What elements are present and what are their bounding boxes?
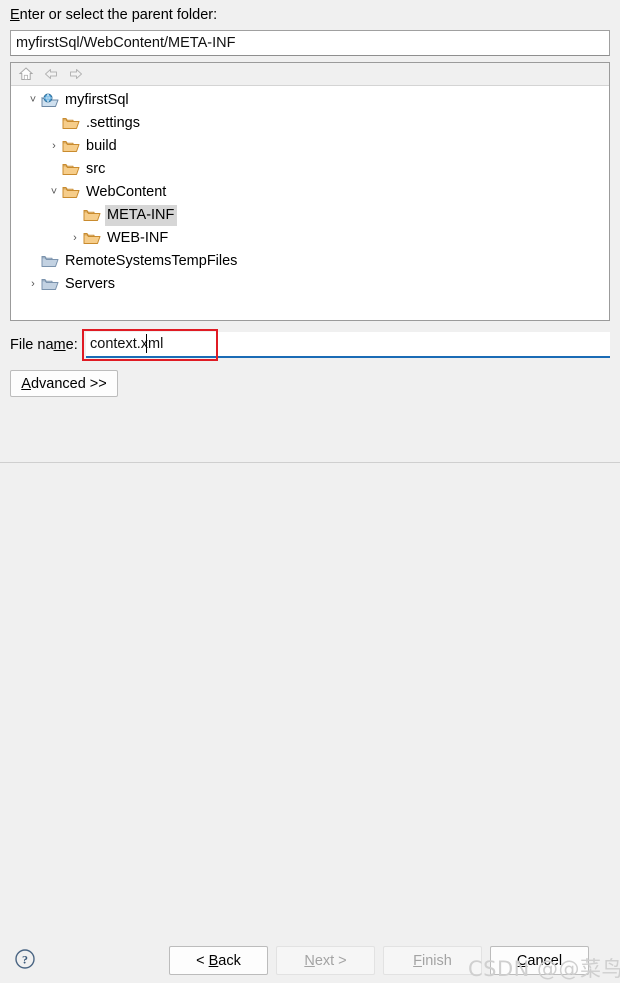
tree-item-label: META-INF: [105, 205, 178, 226]
folder-icon: [83, 231, 103, 247]
help-circle-icon[interactable]: ?: [14, 948, 36, 970]
next-button[interactable]: Next >: [276, 946, 375, 975]
back-button[interactable]: < Back: [169, 946, 268, 975]
dialog-footer: ? < Back Next > Finish Cancel CSDN @@菜鸟先…: [0, 463, 620, 981]
parent-folder-input[interactable]: [10, 30, 610, 56]
parent-folder-label: Enter or select the parent folder:: [10, 6, 217, 24]
tree-item-label: Servers: [65, 276, 115, 292]
tree-item-remotesystemstempfiles[interactable]: RemoteSystemsTempFiles: [11, 250, 609, 273]
cancel-button[interactable]: Cancel: [490, 946, 589, 975]
cancel-button-label: ancel: [527, 952, 563, 969]
chevron-down-icon[interactable]: ˅: [46, 187, 62, 198]
tree-item-label: WEB-INF: [107, 230, 169, 246]
tree-item-src[interactable]: src: [11, 158, 609, 181]
chevron-right-icon[interactable]: ›: [25, 279, 41, 290]
parent-folder-label-text: nter or select the parent folder:: [19, 7, 218, 23]
file-name-input[interactable]: [86, 332, 610, 358]
tree-item-myfirstsql[interactable]: ˅ myfirstSql: [11, 89, 609, 112]
finish-button[interactable]: Finish: [383, 946, 482, 975]
tree-item-label: myfirstSql: [65, 92, 129, 108]
tree-item-web-inf[interactable]: › WEB-INF: [11, 227, 609, 250]
arrow-right-icon[interactable]: [67, 66, 84, 83]
blue-folder-icon: [41, 254, 61, 270]
folder-icon: [62, 116, 82, 132]
next-button-label: ext >: [314, 952, 347, 969]
tree-toolbar: [11, 63, 609, 86]
folder-tree[interactable]: ˅ myfirstSql .settings › build src ˅ WebContent…: [11, 86, 609, 296]
advanced-button-label: dvanced >>: [30, 375, 107, 392]
folder-icon: [62, 139, 82, 155]
chevron-down-icon[interactable]: ˅: [25, 95, 41, 106]
home-icon[interactable]: [17, 66, 34, 83]
svg-text:?: ?: [22, 952, 28, 966]
tree-item-label: build: [86, 138, 117, 154]
finish-button-mnemonic: F: [413, 952, 423, 969]
tree-item--settings[interactable]: .settings: [11, 112, 609, 135]
back-button-mnemonic: B: [208, 952, 219, 969]
next-button-mnemonic: N: [304, 952, 315, 969]
finish-button-label: inish: [422, 952, 452, 969]
folder-tree-panel: ˅ myfirstSql .settings › build src ˅ WebContent…: [10, 62, 610, 321]
tree-item-label: .settings: [86, 115, 140, 131]
file-name-label: File name:: [10, 336, 78, 354]
back-button-pre: <: [196, 952, 209, 969]
folder-icon: [62, 185, 82, 201]
arrow-left-icon[interactable]: [42, 66, 59, 83]
folder-icon: [83, 208, 103, 224]
parent-folder-label-mnemonic: E: [10, 7, 20, 23]
tree-item-label: WebContent: [86, 184, 167, 200]
tree-item-label: src: [86, 161, 106, 177]
cancel-button-mnemonic: C: [516, 952, 528, 969]
tree-item-build[interactable]: › build: [11, 135, 609, 158]
chevron-right-icon[interactable]: ›: [67, 233, 83, 244]
file-name-label-mnemonic: m: [53, 337, 66, 353]
file-name-label-pre: File na: [10, 337, 54, 353]
blue-folder-icon: [41, 277, 61, 293]
chevron-right-icon[interactable]: ›: [46, 141, 62, 152]
advanced-button-mnemonic: A: [21, 375, 31, 392]
tree-item-servers[interactable]: › Servers: [11, 273, 609, 296]
text-caret: [146, 334, 147, 353]
advanced-button[interactable]: Advanced >>: [10, 370, 118, 397]
folder-icon: [62, 162, 82, 178]
tree-item-label: RemoteSystemsTempFiles: [65, 253, 238, 269]
tree-item-meta-inf[interactable]: META-INF: [11, 204, 609, 227]
tree-item-webcontent[interactable]: ˅ WebContent: [11, 181, 609, 204]
project-folder-icon: [41, 93, 61, 109]
back-button-label: ack: [218, 952, 241, 969]
file-name-label-post: e:: [65, 337, 78, 353]
